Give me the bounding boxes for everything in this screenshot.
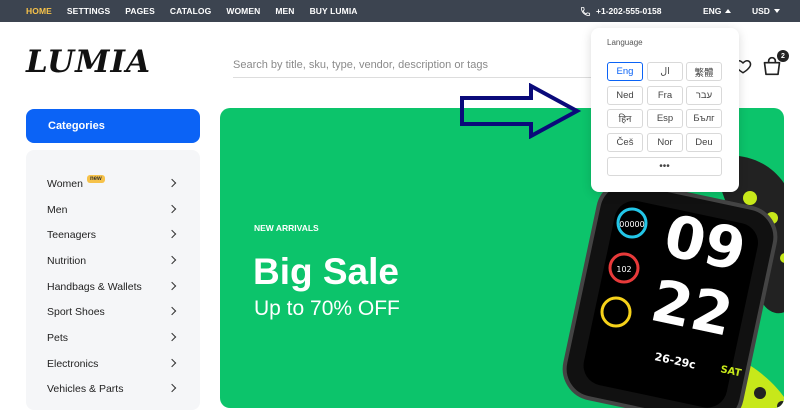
category-vehicles-parts[interactable]: Vehicles & Parts <box>47 379 177 399</box>
chevron-right-icon <box>167 178 177 188</box>
nav-pages[interactable]: PAGES <box>125 6 155 16</box>
nav-buy-lumia[interactable]: BUY LUMIA <box>310 6 358 16</box>
category-handbags-wallets[interactable]: Handbags & Wallets <box>47 277 177 297</box>
watch-heart: 102 <box>616 265 631 274</box>
lang-option-bulgarian[interactable]: Бълг <box>686 109 722 128</box>
new-badge: new <box>87 175 105 183</box>
cart-count-badge: 2 <box>777 50 789 62</box>
language-selector[interactable]: ENG <box>703 0 732 22</box>
lang-option-norwegian[interactable]: Nor <box>647 133 683 152</box>
category-men[interactable]: Men <box>47 200 177 220</box>
chevron-right-icon <box>167 229 177 239</box>
search-bar[interactable] <box>233 52 613 78</box>
chevron-right-icon <box>167 383 177 393</box>
categories-button[interactable]: Categories <box>26 109 200 143</box>
lang-option-hebrew[interactable]: עבר <box>686 86 722 105</box>
chevron-right-icon <box>167 332 177 342</box>
top-nav: HOME SETTINGS PAGES CATALOG WOMEN MEN BU… <box>0 6 373 16</box>
lang-option-chinese-traditional[interactable]: 繁體 <box>686 62 722 81</box>
nav-settings[interactable]: SETTINGS <box>67 6 110 16</box>
category-label: Sport Shoes <box>47 306 105 318</box>
watch-steps: 00000 <box>619 220 644 229</box>
caret-up-icon <box>725 9 732 13</box>
banner-eyebrow: NEW ARRIVALS <box>254 223 319 233</box>
category-label: Men <box>47 204 68 216</box>
chevron-right-icon <box>167 255 177 265</box>
category-sidebar: Women new Men Teenagers Nutrition Handba… <box>26 150 200 410</box>
category-label: Women <box>47 178 83 190</box>
nav-women[interactable]: WOMEN <box>226 6 260 16</box>
site-logo[interactable]: LUMIA <box>26 44 151 80</box>
nav-men[interactable]: MEN <box>275 6 294 16</box>
category-label: Teenagers <box>47 229 97 241</box>
category-women[interactable]: Women new <box>47 174 177 194</box>
category-label: Vehicles & Parts <box>47 383 124 395</box>
language-title: Language <box>607 38 643 47</box>
caret-down-icon <box>773 9 780 13</box>
top-bar: HOME SETTINGS PAGES CATALOG WOMEN MEN BU… <box>0 0 800 22</box>
lang-option-eng[interactable]: Eng <box>607 62 643 81</box>
lang-option-arabic[interactable]: ال <box>647 62 683 81</box>
category-label: Nutrition <box>47 255 87 267</box>
phone-icon <box>580 6 591 16</box>
phone-link[interactable]: +1-202-555-0158 <box>580 0 661 22</box>
lang-option-dutch[interactable]: Ned <box>607 86 643 105</box>
banner-subline: Up to 70% OFF <box>254 297 400 320</box>
category-pets[interactable]: Pets <box>47 328 177 348</box>
phone-number: +1-202-555-0158 <box>596 6 662 16</box>
currency-selector[interactable]: USD <box>752 0 780 22</box>
chevron-right-icon <box>167 281 177 291</box>
category-label: Electronics <box>47 358 99 370</box>
chevron-right-icon <box>167 358 177 368</box>
category-label: Handbags & Wallets <box>47 281 142 293</box>
currency-selected: USD <box>752 6 770 16</box>
category-label: Pets <box>47 332 69 344</box>
lang-more-button[interactable]: ••• <box>607 157 722 176</box>
search-input[interactable] <box>233 52 613 77</box>
lang-option-hindi[interactable]: हिन <box>607 109 643 128</box>
lang-option-german[interactable]: Deu <box>686 133 722 152</box>
nav-catalog[interactable]: CATALOG <box>170 6 211 16</box>
category-teenagers[interactable]: Teenagers <box>47 225 177 245</box>
chevron-right-icon <box>167 204 177 214</box>
category-nutrition[interactable]: Nutrition <box>47 251 177 271</box>
language-selected: ENG <box>703 6 722 16</box>
lang-option-french[interactable]: Fra <box>647 86 683 105</box>
annotation-arrow-icon <box>460 83 582 139</box>
category-electronics[interactable]: Electronics <box>47 354 177 374</box>
chevron-right-icon <box>167 306 177 316</box>
category-sport-shoes[interactable]: Sport Shoes <box>47 302 177 322</box>
lang-option-czech[interactable]: Češ <box>607 133 643 152</box>
banner-headline: Big Sale <box>253 251 399 292</box>
nav-home[interactable]: HOME <box>26 6 52 16</box>
lang-option-spanish[interactable]: Esp <box>647 109 683 128</box>
language-dropdown: Language Eng ال 繁體 Ned Fra עבר हिन Esp Б… <box>591 28 739 192</box>
